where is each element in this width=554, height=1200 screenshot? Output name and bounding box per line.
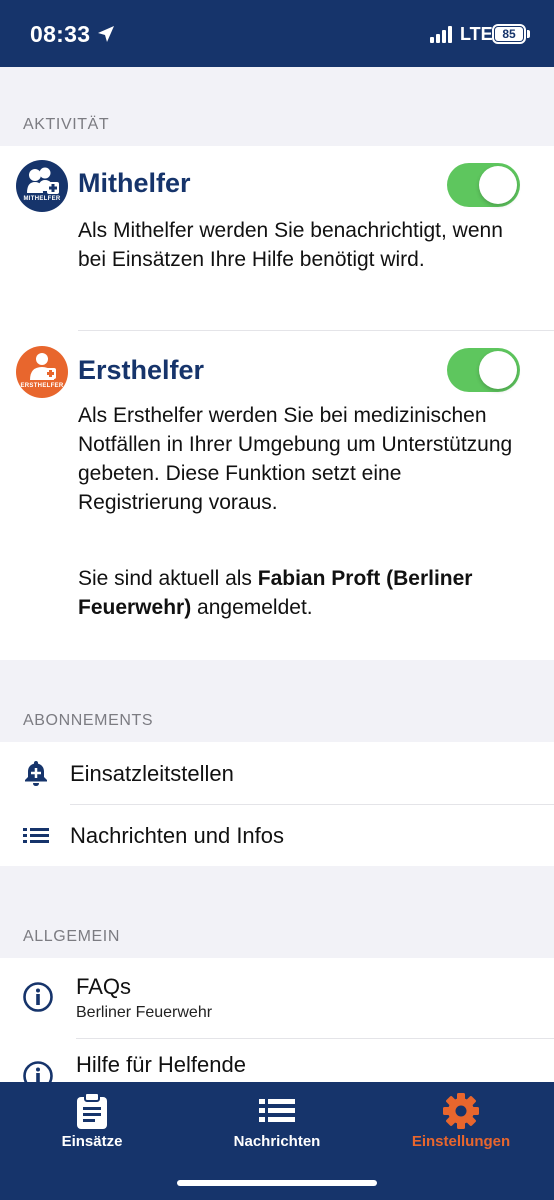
list-icon [259,1099,295,1122]
mithelfer-badge-text: MITHELFER [23,196,61,202]
hilfe-title: Hilfe für Helfende [76,1052,246,1077]
mithelfer-toggle[interactable] [447,163,520,207]
location-arrow-icon [98,26,114,42]
mithelfer-row: MITHELFER Mithelfer Als Mithelfer werden… [0,146,554,330]
battery-icon: 85 [492,24,526,44]
list-icon [23,828,49,843]
gear-icon [443,1093,479,1129]
mithelfer-description: Als Mithelfer werden Sie benachrichtigt,… [78,219,503,271]
tab-einsaetze[interactable]: Einsätze [32,1082,152,1162]
info-icon [23,1061,53,1082]
general-card: FAQs Berliner Feuerwehr Hilfe für Helfen… [0,958,554,1082]
clipboard-icon [77,1092,107,1129]
mithelfer-badge-icon: MITHELFER [16,160,68,212]
list-item-label: Nachrichten und Infos [70,823,285,848]
login-prefix: Sie sind aktuell als [78,567,258,590]
toggle-knob [479,166,517,204]
info-icon [23,982,53,1012]
ersthelfer-badge-text: ERSTHELFER [20,383,64,389]
home-indicator [177,1180,377,1186]
activity-card: MITHELFER Mithelfer Als Mithelfer werden… [0,146,554,660]
ersthelfer-login-status: Sie sind aktuell als Fabian Proft (Berli… [78,564,538,622]
tab-nachrichten[interactable]: Nachrichten [212,1082,342,1162]
list-item-faqs[interactable]: FAQs Berliner Feuerwehr [0,958,554,1038]
signal-icon [430,26,454,43]
status-time: 08:33 [30,21,91,47]
section-header-general: ALLGEMEIN [23,928,120,945]
tab-label: Einstellungen [411,1133,511,1150]
section-header-subscriptions: ABONNEMENTS [23,712,154,729]
network-type: LTE [460,24,493,44]
ersthelfer-badge-icon: ERSTHELFER [16,346,68,398]
status-bar: 08:33 LTE 85 [0,0,554,67]
list-item-label: Einsatzleitstellen [70,761,234,786]
list-item-einsatzleitstellen[interactable]: Einsatzleitstellen [0,742,554,804]
tab-label: Einsätze [61,1133,123,1150]
subscriptions-card: Einsatzleitstellen Nachrichten und Infos [0,742,554,866]
battery-tip [527,30,530,38]
list-item-hilfe-fuer-helfende[interactable]: Hilfe für Helfende [0,1038,554,1082]
ersthelfer-row: ERSTHELFER Ersthelfer Als Ersthelfer wer… [0,331,554,660]
tab-label: Nachrichten [233,1133,321,1150]
ersthelfer-description: Als Ersthelfer werden Sie bei medizinisc… [78,404,513,514]
faqs-title: FAQs [76,974,132,999]
bell-plus-icon [25,761,47,786]
toggle-knob [479,351,517,389]
section-header-activity: AKTIVITÄT [23,116,110,133]
faqs-subtitle: Berliner Feuerwehr [76,1004,213,1021]
mithelfer-title: Mithelfer [78,168,191,198]
ersthelfer-title: Ersthelfer [78,355,205,385]
battery-level: 85 [495,27,523,41]
list-item-nachrichten[interactable]: Nachrichten und Infos [0,804,554,866]
tab-einstellungen[interactable]: Einstellungen [396,1082,526,1162]
ersthelfer-toggle[interactable] [447,348,520,392]
tab-bar: Einsätze Nachrichten Einstellungen [0,1082,554,1200]
login-suffix: angemeldet. [191,596,313,619]
